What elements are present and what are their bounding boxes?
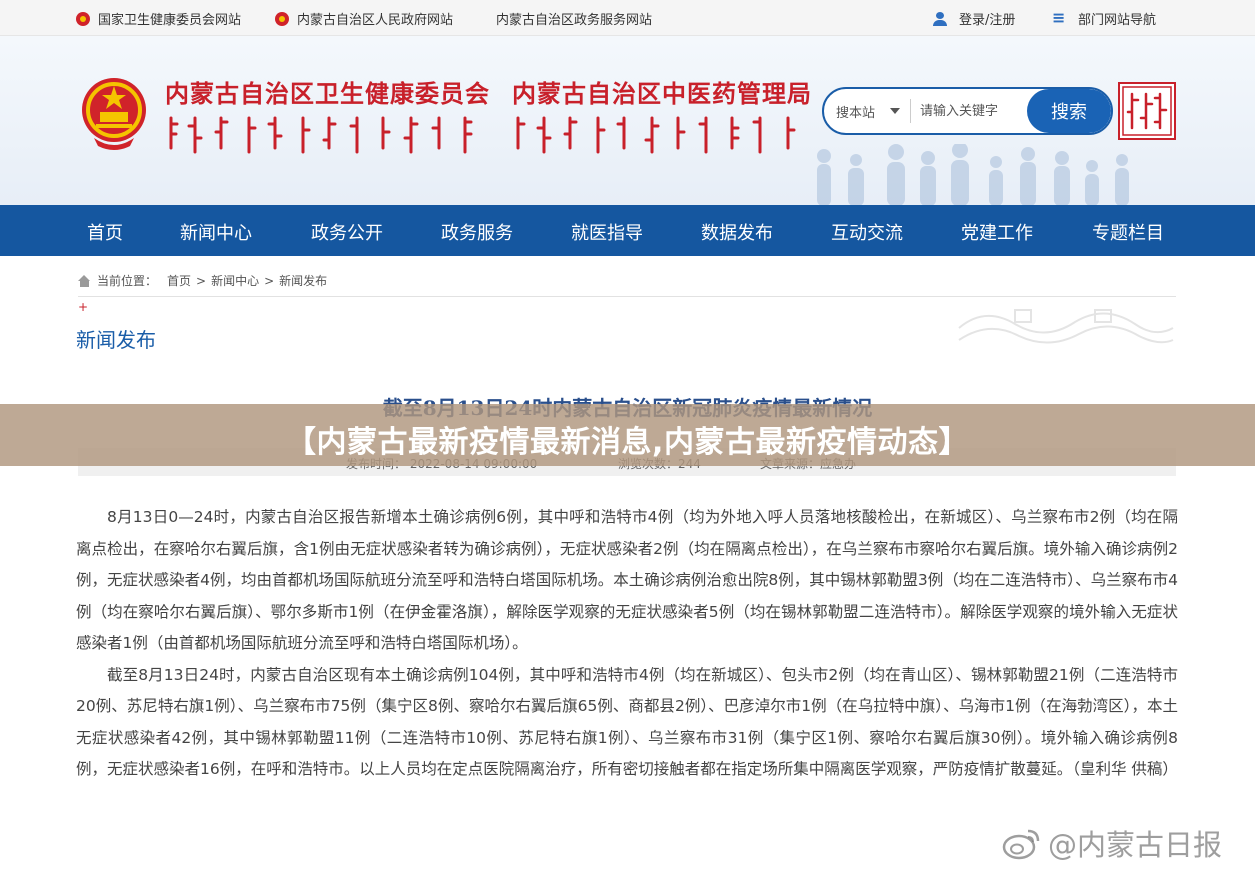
mongolian-script-graphic <box>169 116 473 154</box>
national-emblem-icon <box>275 11 289 26</box>
search-button[interactable]: 搜索 <box>1027 89 1111 133</box>
nav-party-building[interactable]: 党建工作 <box>961 219 1033 245</box>
nav-data-release[interactable]: 数据发布 <box>701 219 773 245</box>
dept-nav-label: 部门网站导航 <box>1078 13 1157 28</box>
login-label: 登录/注册 <box>959 13 1016 28</box>
service-site-label: 内蒙古自治区政务服务网站 <box>496 13 653 28</box>
search-scope-select[interactable]: 搜本站 <box>836 102 875 121</box>
nav-home[interactable]: 首页 <box>87 219 123 245</box>
search-input[interactable] <box>920 97 1028 125</box>
decorative-pattern-graphic <box>958 309 1174 344</box>
breadcrumb-news-release[interactable]: 新闻发布 <box>279 272 327 289</box>
gov-site-label: 内蒙古自治区人民政府网站 <box>297 13 454 28</box>
search-divider <box>910 99 911 123</box>
headline-overlay-text: 【内蒙古最新疫情最新消息,内蒙古最新疫情动态】 <box>286 425 969 460</box>
breadcrumb-separator: > <box>264 273 275 288</box>
seal-logo <box>1118 82 1176 140</box>
nav-special-topics[interactable]: 专题栏目 <box>1092 219 1164 245</box>
headline-overlay-banner: 【内蒙古最新疫情最新消息,内蒙古最新疫情动态】 <box>0 404 1255 466</box>
user-icon <box>933 11 949 26</box>
nav-medical-guide[interactable]: 就医指导 <box>571 219 643 245</box>
org-name-tcm-bureau: 内蒙古自治区中医药管理局 <box>512 79 812 108</box>
login-link[interactable]: 登录/注册 <box>933 9 1015 28</box>
site-search: 搜本站 搜索 <box>822 87 1113 135</box>
list-icon <box>1052 8 1068 27</box>
nav-news-center[interactable]: 新闻中心 <box>180 219 252 245</box>
chevron-down-icon[interactable] <box>890 108 900 114</box>
main-nav: 首页 新闻中心 政务公开 政务服务 就医指导 数据发布 互动交流 党建工作 专题… <box>0 205 1255 256</box>
nhc-site-label: 国家卫生健康委员会网站 <box>98 13 242 28</box>
breadcrumb-prefix: 当前位置： <box>97 274 158 288</box>
site-header: 内蒙古自治区卫生健康委员会 内蒙古自治区中医药管理局 搜本站 搜索 <box>0 36 1255 205</box>
watermark-text: @内蒙古日报 <box>1048 828 1223 862</box>
breadcrumb: 当前位置： 首页 > 新闻中心 > 新闻发布 <box>78 272 327 289</box>
people-silhouette-graphic <box>817 144 1129 205</box>
breadcrumb-divider <box>78 296 1176 297</box>
article-paragraph: 8月13日0—24时，内蒙古自治区报告新增本土确诊病例6例，其中呼和浩特市4例（… <box>76 508 1178 652</box>
seal-graphic <box>1122 86 1172 136</box>
mongolian-script-graphic <box>516 116 796 154</box>
article-paragraph: 截至8月13日24时，内蒙古自治区现有本土确诊病例104例，其中呼和浩特市4例（… <box>76 665 1178 779</box>
breadcrumb-separator: > <box>196 273 207 288</box>
weibo-watermark: @内蒙古日报 <box>1002 822 1222 864</box>
org-name-health-commission: 内蒙古自治区卫生健康委员会 <box>165 79 490 108</box>
top-bar: 国家卫生健康委员会网站 内蒙古自治区人民政府网站 内蒙古自治区政务服务网站 登录… <box>0 0 1255 36</box>
gov-site-link[interactable]: 内蒙古自治区人民政府网站 <box>275 9 453 28</box>
national-emblem-icon <box>76 11 90 26</box>
national-emblem-logo <box>82 78 146 150</box>
home-icon <box>78 274 91 287</box>
breadcrumb-home[interactable]: 首页 <box>167 272 191 289</box>
article-body: 8月13日0—24时，内蒙古自治区报告新增本土确诊病例6例，其中呼和浩特市4例（… <box>76 502 1178 786</box>
plus-marker: + <box>78 300 89 314</box>
dept-nav-link[interactable]: 部门网站导航 <box>1052 8 1157 29</box>
nav-gov-affairs[interactable]: 政务公开 <box>311 219 383 245</box>
breadcrumb-news-center[interactable]: 新闻中心 <box>211 272 259 289</box>
weibo-icon <box>1002 829 1040 860</box>
nav-interaction[interactable]: 互动交流 <box>831 219 903 245</box>
service-site-link[interactable]: 内蒙古自治区政务服务网站 <box>496 9 652 28</box>
section-title: 新闻发布 <box>76 328 156 352</box>
nhc-site-link[interactable]: 国家卫生健康委员会网站 <box>76 9 241 28</box>
nav-gov-services[interactable]: 政务服务 <box>441 219 513 245</box>
